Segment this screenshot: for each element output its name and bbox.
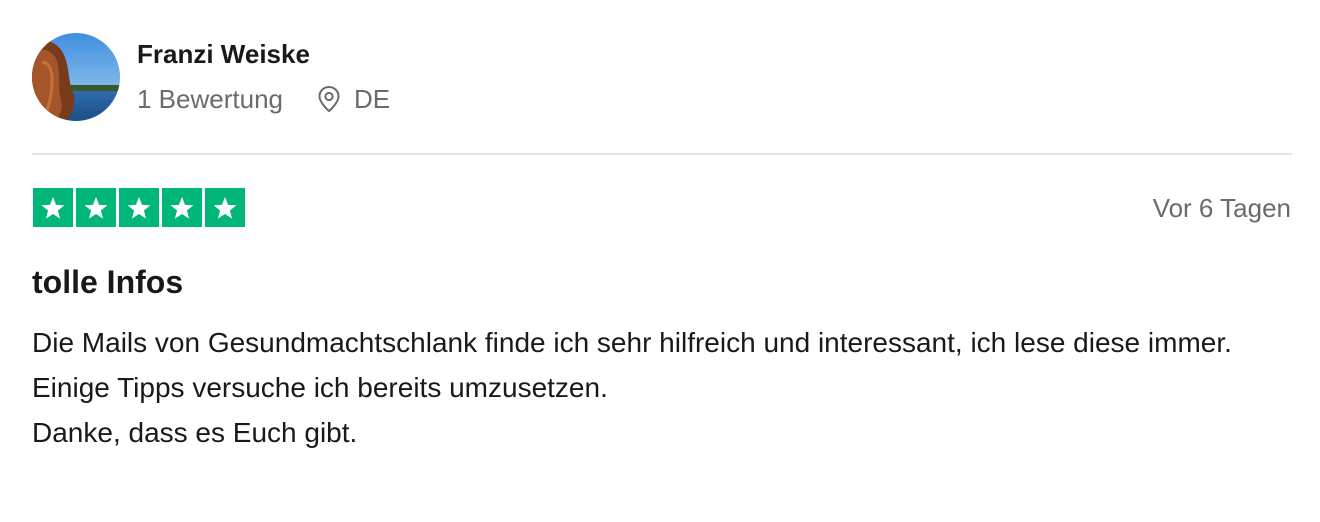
star-icon [41, 196, 65, 219]
reviewer-meta: 1 Bewertung DE [137, 82, 390, 116]
review-title[interactable]: tolle Infos [32, 262, 183, 302]
reviewer-location: DE [316, 84, 390, 115]
review-count: 1 Bewertung [137, 83, 283, 114]
country-code: DE [353, 83, 391, 114]
star-5 [205, 188, 245, 227]
star-icon [170, 196, 194, 219]
divider [32, 153, 1292, 155]
star-1 [33, 188, 73, 227]
avatar-photo [32, 33, 120, 121]
review-body-line: Einige Tipps versuche ich bereits umzuse… [32, 372, 608, 403]
reviewer-name[interactable]: Franzi Weiske [137, 38, 310, 70]
star-4 [162, 188, 202, 227]
review-body: Die Mails von Gesundmachtschlank finde i… [32, 320, 1292, 455]
star-icon [213, 196, 237, 219]
review-body-line: Die Mails von Gesundmachtschlank finde i… [32, 327, 1232, 358]
star-2 [76, 188, 116, 227]
star-3 [119, 188, 159, 227]
star-rating [33, 188, 245, 227]
avatar[interactable] [32, 33, 120, 121]
location-pin-icon [318, 85, 340, 113]
star-icon [127, 196, 151, 219]
review-card: Franzi Weiske 1 Bewertung DE Vor 6 Tagen… [0, 0, 1320, 522]
review-body-line: Danke, dass es Euch gibt. [32, 417, 358, 448]
review-date: Vor 6 Tagen [1152, 193, 1291, 223]
star-icon [84, 196, 108, 219]
